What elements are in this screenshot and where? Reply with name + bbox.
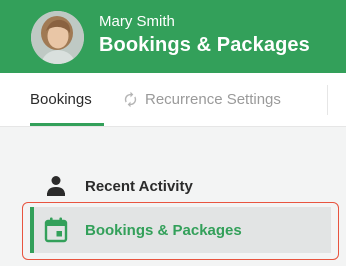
tab-bookings[interactable]: Bookings: [30, 73, 92, 126]
calendar-icon: [44, 217, 68, 243]
user-name: Mary Smith: [99, 13, 175, 30]
tab-bar: Bookings Recurrence Settings: [0, 73, 346, 127]
tab-divider: [327, 85, 328, 115]
refresh-icon: [124, 91, 137, 108]
avatar-photo-icon: [31, 11, 84, 64]
tab-recurrence-settings[interactable]: Recurrence Settings: [122, 73, 281, 126]
bookings-packages-label: Bookings & Packages: [85, 221, 242, 239]
person-icon: [47, 176, 65, 196]
tab-bookings-label: Bookings: [30, 91, 92, 108]
menu-item-recent-activity[interactable]: Recent Activity: [44, 171, 193, 201]
page-title: Bookings & Packages: [99, 34, 310, 56]
tab-recurrence-label: Recurrence Settings: [145, 91, 281, 108]
recent-activity-label: Recent Activity: [85, 177, 193, 195]
menu-item-bookings-packages[interactable]: Bookings & Packages: [44, 214, 242, 246]
user-avatar[interactable]: [31, 11, 84, 64]
active-tab-indicator: [30, 123, 104, 126]
app-header: Mary Smith Bookings & Packages: [0, 0, 346, 73]
